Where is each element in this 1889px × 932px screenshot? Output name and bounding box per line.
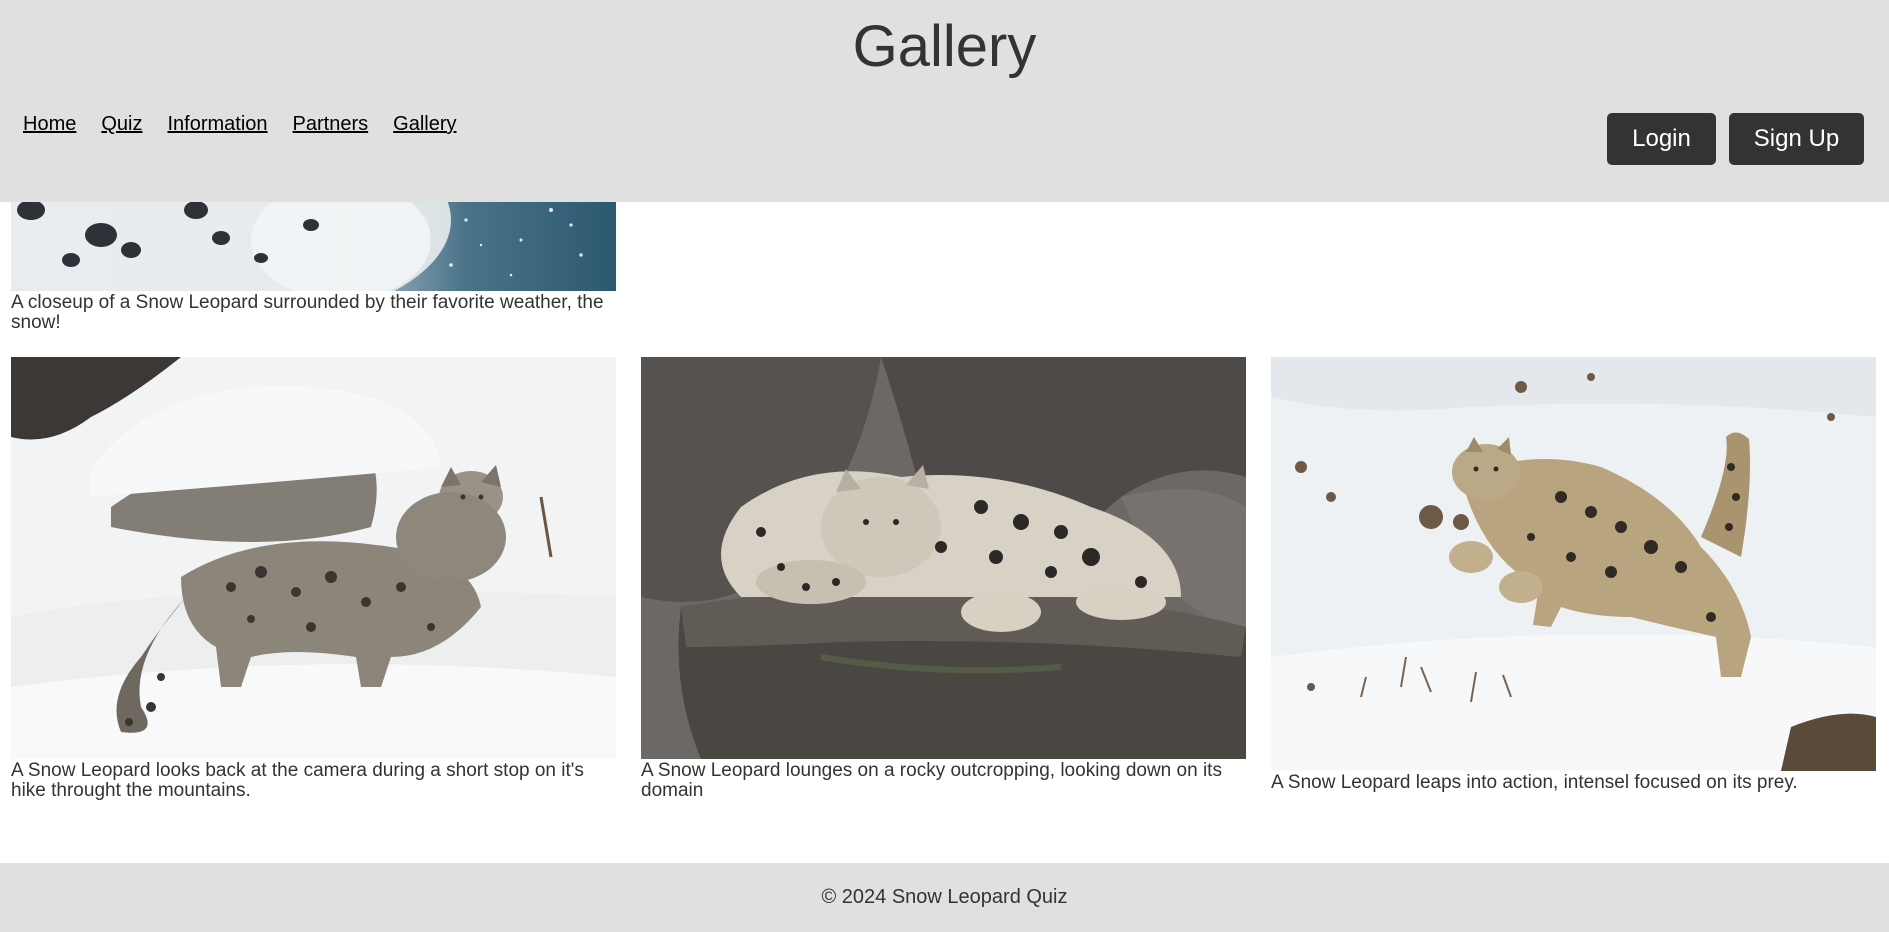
gallery-item: A Snow Leopard looks back at the camera …	[11, 357, 616, 801]
gallery-caption: A Snow Leopard leaps into action, intens…	[1271, 772, 1798, 793]
gallery-image-leaping[interactable]	[1271, 357, 1876, 771]
snow-leopard-looking-back-photo	[11, 357, 616, 759]
page: A closeup of a Snow Leopard surrounded b…	[0, 0, 1889, 932]
signup-button[interactable]: Sign Up	[1729, 113, 1864, 165]
gallery-caption: A closeup of a Snow Leopard surrounded b…	[11, 292, 604, 333]
nav-link-home[interactable]: Home	[23, 113, 76, 136]
snow-leopard-leaping-photo	[1271, 357, 1876, 771]
auth-buttons: Login Sign Up	[1607, 113, 1864, 165]
nav-link-gallery[interactable]: Gallery	[393, 113, 456, 136]
footer-copyright: © 2024 Snow Leopard Quiz	[821, 886, 1068, 908]
nav-link-information[interactable]: Information	[167, 113, 267, 136]
gallery-caption: A Snow Leopard looks back at the camera …	[11, 760, 584, 801]
page-title: Gallery	[852, 14, 1037, 79]
gallery-item: A Snow Leopard lounges on a rocky outcro…	[641, 357, 1246, 801]
gallery-caption: A Snow Leopard lounges on a rocky outcro…	[641, 760, 1222, 801]
gallery-image-lounging[interactable]	[641, 357, 1246, 759]
site-header: Gallery Home Quiz Information Partners G…	[0, 0, 1889, 202]
nav-link-quiz[interactable]: Quiz	[101, 113, 142, 136]
gallery-item: A Snow Leopard leaps into action, intens…	[1271, 357, 1876, 793]
snow-leopard-lounging-photo	[641, 357, 1246, 759]
main-nav: Home Quiz Information Partners Gallery	[23, 113, 457, 136]
site-footer: © 2024 Snow Leopard Quiz	[0, 863, 1889, 932]
nav-link-partners[interactable]: Partners	[293, 113, 369, 136]
gallery-image-looking-back[interactable]	[11, 357, 616, 759]
login-button[interactable]: Login	[1607, 113, 1716, 165]
